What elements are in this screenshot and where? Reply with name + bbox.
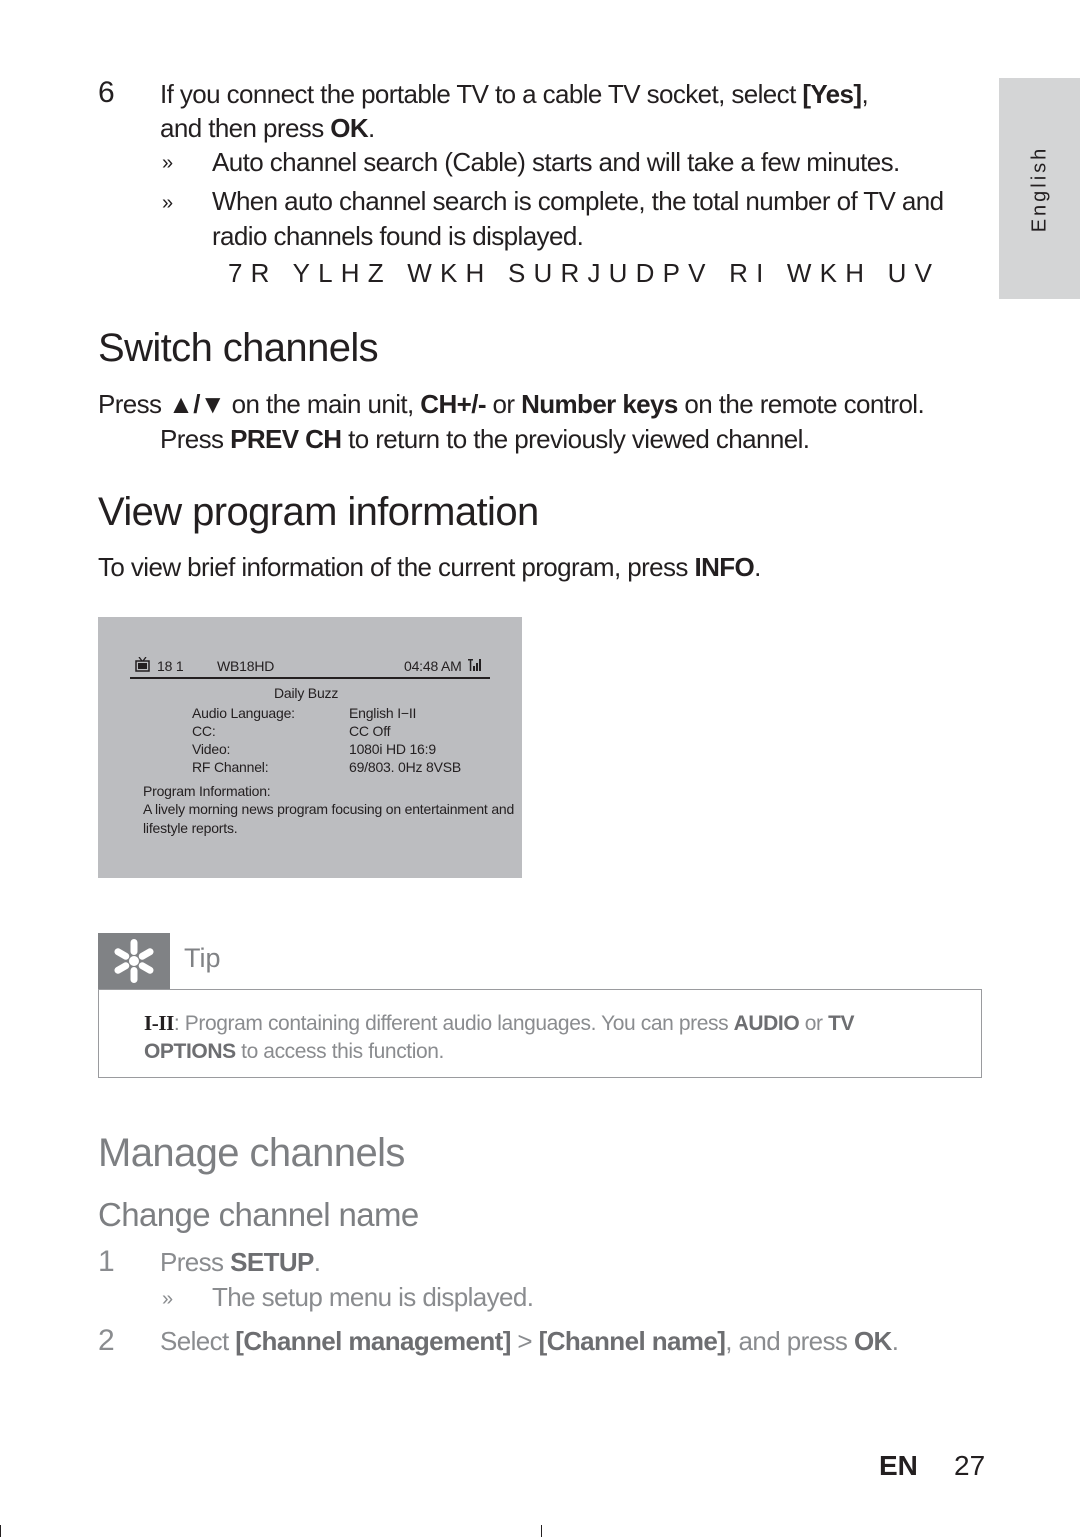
ch-key: CH+/- — [420, 389, 486, 419]
channel-name-option: [Channel name] — [538, 1326, 726, 1356]
detail-label: Audio Language: — [192, 705, 295, 721]
channel-management-option: [Channel management] — [235, 1326, 511, 1356]
manage-step-2: Select [Channel management] > [Channel n… — [160, 1326, 899, 1356]
setup-key: SETUP — [230, 1247, 314, 1277]
detail-label: CC: — [192, 723, 216, 739]
tv-icon — [135, 657, 150, 672]
crop-mark — [0, 1525, 1, 1537]
tip-icon-box — [98, 933, 170, 989]
channel-number: 18 1 — [157, 658, 184, 674]
switch-channels-line-2: Press PREV CH to return to the previousl… — [160, 424, 810, 454]
tv-key: TV — [828, 1012, 855, 1035]
prev-ch-key: PREV CH — [230, 424, 342, 454]
info-key: INFO — [694, 552, 755, 582]
tip-text: I-II: Program containing different audio… — [144, 1011, 855, 1063]
signal-icon — [468, 659, 481, 671]
header-divider — [130, 677, 490, 679]
result-text: The setup menu is displayed. — [212, 1282, 534, 1312]
language-side-tab: English — [999, 78, 1080, 299]
program-title: Daily Buzz — [274, 685, 339, 701]
audio-key: AUDIO — [733, 1012, 800, 1035]
number-keys: Number keys — [521, 389, 678, 419]
asterisk-icon — [114, 939, 154, 983]
dual-audio-icon: I-II — [144, 1011, 174, 1035]
up-down-arrows-icon: ▲/▼ — [168, 389, 225, 419]
view-program-text: To view brief information of the current… — [98, 552, 761, 582]
switch-channels-line-1: Press ▲/▼ on the main unit, CH+/- or Num… — [98, 389, 925, 419]
program-info-text: A lively morning news program focusing o… — [143, 801, 515, 817]
manage-channels-heading: Manage channels — [98, 1131, 405, 1175]
detail-value: 69/803. 0Hz 8VSB — [349, 759, 461, 775]
program-info-screen: 18 1 WB18HD 04:48 AM Daily Buzz Audio La… — [98, 617, 522, 878]
result-bullet: » — [162, 192, 174, 214]
result-bullet: » — [162, 1288, 174, 1310]
result-text: Auto channel search (Cable) starts and w… — [212, 147, 900, 177]
step-number: 2 — [98, 1324, 115, 1357]
crop-mark — [541, 1525, 542, 1537]
view-program-heading: View program information — [98, 490, 539, 534]
detail-label: RF Channel: — [192, 759, 269, 775]
result-bullet: » — [162, 152, 174, 174]
clock-time: 04:48 AM — [404, 658, 462, 674]
page-number: 27 — [954, 1450, 986, 1481]
options-key: OPTIONS — [144, 1040, 236, 1063]
language-label: English — [1028, 145, 1050, 232]
ok-key: OK — [853, 1326, 892, 1356]
step-6-line-2: and then press OK. — [160, 113, 375, 143]
yes-option: [Yes] — [802, 79, 862, 109]
program-info-label: Program Information: — [143, 783, 271, 799]
result-text: When auto channel search is complete, th… — [212, 186, 944, 216]
detail-value: CC Off — [349, 723, 391, 739]
ok-key: OK — [330, 113, 369, 143]
station-name: WB18HD — [217, 658, 275, 674]
tip-label: Tip — [184, 943, 221, 973]
step-number: 6 — [98, 76, 115, 109]
step-6-line-1: If you connect the portable TV to a cabl… — [160, 79, 869, 109]
detail-value: 1080i HD 16:9 — [349, 741, 436, 757]
garbled-text: 7R YLHZ WKH SURJUDPV RI WKH UV — [228, 258, 941, 288]
detail-label: Video: — [192, 741, 231, 757]
detail-value: English I−II — [349, 705, 417, 721]
program-info-text: lifestyle reports. — [143, 820, 238, 836]
step-number: 1 — [98, 1245, 115, 1278]
result-text-cont: radio channels found is displayed. — [212, 221, 584, 251]
change-channel-name-heading: Change channel name — [98, 1196, 419, 1233]
manage-step-1: Press SETUP. — [160, 1247, 321, 1277]
footer-language: EN — [879, 1450, 918, 1481]
switch-channels-heading: Switch channels — [98, 326, 379, 370]
